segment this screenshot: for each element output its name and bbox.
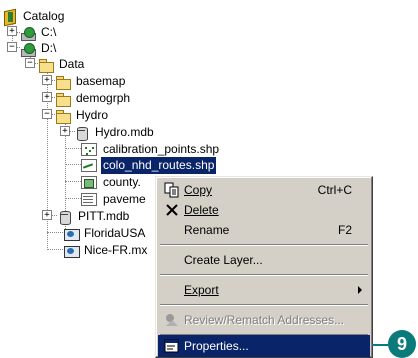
tree-item-colo-nhd-routes[interactable]: colo_nhd_routes.shp <box>80 157 217 174</box>
expand-icon[interactable]: + <box>60 126 70 136</box>
menu-separator <box>160 244 368 246</box>
properties-icon <box>164 339 179 353</box>
tree-item-label: county. <box>103 175 141 189</box>
drive-icon <box>20 42 36 57</box>
tree-item-pitt-mdb[interactable]: PITT.mdb <box>57 208 131 225</box>
menu-item-review-rematch[interactable]: Review/Rematch Addresses... <box>158 309 370 331</box>
menu-item-delete[interactable]: Delete <box>158 199 370 221</box>
submenu-arrow-icon <box>358 286 362 294</box>
address-locator-icon <box>166 314 178 326</box>
folder-icon <box>55 75 71 90</box>
tree-item-label: D:\ <box>41 41 57 55</box>
shortcut-label: F2 <box>337 223 352 237</box>
expand-icon[interactable]: + <box>42 92 52 102</box>
step-callout: 9 <box>388 330 416 358</box>
menu-item-create-layer[interactable]: Create Layer... <box>158 249 370 271</box>
menu-item-label: Copy <box>184 183 213 197</box>
delete-icon <box>166 204 178 216</box>
tree-item-label: C:\ <box>41 25 57 39</box>
collapse-icon[interactable]: − <box>7 42 17 52</box>
menu-item-label: Properties... <box>184 339 249 353</box>
tree-item-label: Nice-FR.mx <box>84 243 148 257</box>
shortcut-label: Ctrl+C <box>317 183 352 197</box>
menu-item-label: Review/Rematch Addresses... <box>184 313 345 327</box>
folder-open-icon <box>55 109 71 124</box>
tree-item-label: Data <box>59 57 85 71</box>
tree-item-data[interactable]: Data <box>38 56 86 73</box>
tree-item-label: demogrph <box>76 91 131 105</box>
folder-open-icon <box>38 58 54 73</box>
table-icon <box>81 193 97 206</box>
tree-item-label: calibration_points.shp <box>103 142 220 156</box>
menu-item-rename[interactable]: Rename F2 <box>158 219 370 241</box>
tree-item-label: colo_nhd_routes.shp <box>101 157 217 174</box>
expand-icon[interactable]: + <box>42 75 52 85</box>
menu-separator <box>160 274 368 276</box>
tree-item-calibration-points[interactable]: calibration_points.shp <box>80 141 221 158</box>
tree-item-label: basemap <box>76 74 126 88</box>
copy-icon <box>164 182 179 198</box>
tree-item-label: Hydro.mdb <box>95 125 154 139</box>
expand-icon[interactable]: + <box>42 210 52 220</box>
tree-item-hydro[interactable]: Hydro <box>55 107 110 124</box>
tree-item-nice-fr[interactable]: Nice-FR.mx <box>63 242 149 259</box>
context-menu: Copy Ctrl+C Delete Rename F2 Create Laye… <box>155 176 373 358</box>
tree-item-c-drive[interactable]: C:\ <box>20 24 58 41</box>
tree-item-floridausa[interactable]: FloridaUSA <box>63 225 147 242</box>
tree-item-county[interactable]: county. <box>80 174 143 191</box>
tree-item-label: Catalog <box>23 9 65 23</box>
polygon-shapefile-icon <box>81 176 97 189</box>
folder-icon <box>55 92 71 107</box>
collapse-icon[interactable]: − <box>42 109 52 119</box>
menu-item-properties[interactable]: Properties... <box>158 335 370 357</box>
geodatabase-icon <box>57 210 73 225</box>
menu-item-export[interactable]: Export <box>158 279 370 301</box>
map-document-icon <box>63 227 80 241</box>
geodatabase-icon <box>74 126 90 141</box>
tree-item-label: paveme <box>103 192 146 206</box>
tree-item-d-drive[interactable]: D:\ <box>20 40 58 57</box>
tree-item-demogrph[interactable]: demogrph <box>55 90 132 107</box>
map-document-icon <box>63 244 80 258</box>
menu-item-label: Delete <box>184 203 219 217</box>
tree-item-basemap[interactable]: basemap <box>55 73 127 90</box>
point-shapefile-icon <box>81 143 97 156</box>
collapse-icon[interactable]: − <box>25 58 35 68</box>
menu-item-label: Rename <box>184 223 230 237</box>
tree-item-pavement[interactable]: paveme <box>80 191 148 208</box>
catalog-icon <box>2 10 18 24</box>
tree-item-label: FloridaUSA <box>84 226 146 240</box>
menu-separator <box>160 304 368 306</box>
line-shapefile-icon <box>81 159 97 172</box>
menu-item-label: Create Layer... <box>184 253 263 267</box>
expand-icon[interactable]: + <box>7 26 17 36</box>
menu-item-label: Export <box>184 283 219 297</box>
tree-item-label: PITT.mdb <box>78 209 130 223</box>
tree-item-catalog[interactable]: Catalog <box>2 8 66 25</box>
tree-item-hydro-mdb[interactable]: Hydro.mdb <box>74 124 156 141</box>
menu-item-copy[interactable]: Copy Ctrl+C <box>158 179 370 201</box>
tree-item-label: Hydro <box>76 108 109 122</box>
drive-icon <box>20 26 36 41</box>
